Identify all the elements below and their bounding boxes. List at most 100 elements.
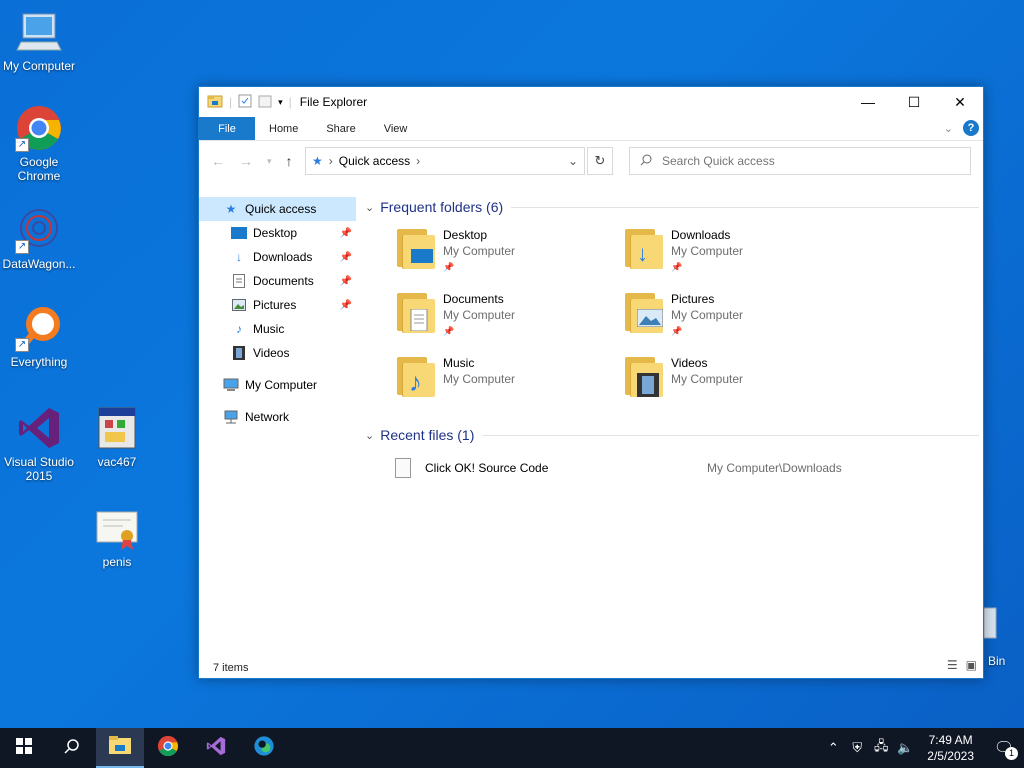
collapse-chevron-icon: ⌄ <box>365 429 375 442</box>
desktop-icon-datawagon[interactable]: ↗ DataWagon... <box>0 206 78 271</box>
recent-file-name: Click OK! Source Code <box>425 461 549 475</box>
refresh-button[interactable]: ↻ <box>587 147 613 175</box>
nav-item-pictures[interactable]: Pictures 📌 <box>199 293 356 317</box>
desktop-icon-label: Bin <box>988 654 1006 668</box>
desktop-icon-vac467[interactable]: vac467 <box>78 404 156 469</box>
window-title: File Explorer <box>299 95 368 109</box>
tab-view[interactable]: View <box>370 117 422 140</box>
downloads-folder-icon: ↓ <box>625 227 665 271</box>
text-document-icon <box>395 458 411 478</box>
music-note-icon: ♪ <box>236 322 242 336</box>
action-center-button[interactable]: 🗨 1 <box>984 738 1024 760</box>
title-bar[interactable]: | ▾ | File Explorer — ☐ ✕ <box>199 87 983 117</box>
large-icons-view-icon[interactable]: ▣ <box>966 658 977 672</box>
computer-icon <box>15 8 63 56</box>
desktop-icon-google-chrome[interactable]: ↗ Google Chrome <box>0 104 78 183</box>
forward-arrow-icon[interactable]: → <box>239 153 253 169</box>
pin-icon[interactable]: 📌 <box>340 228 352 239</box>
clock[interactable]: 7:49 AM 2/5/2023 <box>917 732 984 764</box>
desktop-icon-everything[interactable]: ↗ Everything <box>0 304 78 369</box>
new-folder-icon[interactable] <box>258 94 272 111</box>
taskbar-file-explorer[interactable] <box>96 728 144 768</box>
toolbar-separator: | <box>288 95 292 109</box>
desktop-icon-my-computer[interactable]: My Computer <box>0 8 78 73</box>
network-icon[interactable]: 🖧 <box>869 737 893 759</box>
nav-item-videos[interactable]: Videos <box>199 341 356 365</box>
show-hidden-icons-chevron-icon[interactable]: ⌃ <box>821 740 845 756</box>
nav-item-music[interactable]: ♪ Music <box>199 317 356 341</box>
recent-files-header[interactable]: ⌄ Recent files (1) <box>365 425 979 445</box>
tab-home[interactable]: Home <box>255 117 312 140</box>
divider <box>511 206 979 208</box>
nav-item-downloads[interactable]: ↓ Downloads 📌 <box>199 245 356 269</box>
file-explorer-icon <box>109 735 131 759</box>
search-input[interactable] <box>662 154 970 168</box>
group-header-label: Frequent folders (6) <box>380 199 504 215</box>
nav-item-desktop[interactable]: Desktop 📌 <box>199 221 356 245</box>
back-arrow-icon[interactable]: ← <box>211 153 225 169</box>
tab-file[interactable]: File <box>199 117 255 140</box>
close-button[interactable]: ✕ <box>937 87 983 117</box>
folder-location: My Computer <box>443 308 516 322</box>
address-bar[interactable]: ★ › Quick access › ⌄ <box>305 147 585 175</box>
folder-tile-pictures[interactable]: Pictures My Computer 📌 <box>625 291 853 339</box>
address-dropdown-chevron-icon[interactable]: ⌄ <box>562 154 584 168</box>
desktop-icon-recycle-bin[interactable]: Bin <box>983 604 1024 674</box>
pin-icon: 📌 <box>671 326 683 336</box>
videos-film-icon <box>231 345 247 361</box>
details-view-icon[interactable]: ☰ <box>947 658 958 672</box>
folder-tile-music[interactable]: ♪ Music My Computer <box>397 355 625 403</box>
nav-item-my-computer[interactable]: My Computer <box>199 373 356 397</box>
documents-icon <box>231 273 247 289</box>
start-button[interactable] <box>0 728 48 768</box>
nav-item-label: Music <box>253 322 285 336</box>
taskbar-search-button[interactable] <box>48 728 96 768</box>
nav-item-label: Quick access <box>245 202 317 216</box>
installer-icon <box>93 404 141 452</box>
pin-icon[interactable]: 📌 <box>340 252 352 263</box>
folder-tile-videos[interactable]: Videos My Computer <box>625 355 853 403</box>
volume-icon[interactable]: 🔈 <box>893 740 917 756</box>
nav-item-documents[interactable]: Documents 📌 <box>199 269 356 293</box>
taskbar-edge[interactable] <box>240 728 288 768</box>
nav-item-label: Documents <box>253 274 314 288</box>
folder-name: Videos <box>671 356 708 370</box>
taskbar-chrome[interactable] <box>144 728 192 768</box>
nav-item-quick-access[interactable]: ★ Quick access <box>199 197 356 221</box>
quick-access-toolbar: | ▾ | <box>199 93 292 112</box>
chrome-icon <box>157 735 179 762</box>
minimize-button[interactable]: — <box>845 87 891 117</box>
security-shield-icon[interactable]: ⛨ <box>845 740 869 756</box>
pin-icon[interactable]: 📌 <box>340 300 352 311</box>
chrome-icon: ↗ <box>15 104 63 152</box>
folder-tile-downloads[interactable]: ↓ Downloads My Computer 📌 <box>625 227 853 275</box>
recent-file-row[interactable]: Click OK! Source Code My Computer\Downlo… <box>395 455 979 481</box>
desktop-icon-visual-studio[interactable]: Visual Studio 2015 <box>0 404 78 483</box>
datawagon-icon: ↗ <box>15 206 63 254</box>
desktop-icon-penis[interactable]: penis <box>78 504 156 569</box>
help-icon[interactable]: ? <box>963 120 979 136</box>
collapse-chevron-icon: ⌄ <box>365 201 375 214</box>
taskbar-visual-studio[interactable] <box>192 728 240 768</box>
folder-tile-desktop[interactable]: Desktop My Computer 📌 <box>397 227 625 275</box>
breadcrumb-quick-access[interactable]: Quick access <box>339 154 410 168</box>
videos-folder-icon <box>625 355 665 399</box>
up-arrow-icon[interactable]: ↑ <box>286 153 293 169</box>
tab-share[interactable]: Share <box>312 117 369 140</box>
desktop-icon-label: Visual Studio 2015 <box>4 455 74 483</box>
recent-file-location: My Computer\Downloads <box>707 461 842 475</box>
maximize-button[interactable]: ☐ <box>891 87 937 117</box>
nav-item-network[interactable]: Network <box>199 405 356 429</box>
expand-ribbon-chevron-icon[interactable]: ⌄ <box>944 122 953 135</box>
search-icon <box>640 154 652 169</box>
recent-locations-dropdown-icon[interactable]: ▾ <box>267 156 272 167</box>
folder-name: Music <box>443 356 475 370</box>
group-header-label: Recent files (1) <box>380 427 475 443</box>
navigation-bar: ← → ▾ ↑ ★ › Quick access › ⌄ ↻ <box>199 141 983 181</box>
frequent-folders-header[interactable]: ⌄ Frequent folders (6) <box>365 197 979 217</box>
customize-toolbar-dropdown-icon[interactable]: ▾ <box>278 97 283 108</box>
properties-icon[interactable] <box>238 94 252 111</box>
pin-icon[interactable]: 📌 <box>340 276 352 287</box>
search-box[interactable] <box>629 147 971 175</box>
folder-tile-documents[interactable]: Documents My Computer 📌 <box>397 291 625 339</box>
